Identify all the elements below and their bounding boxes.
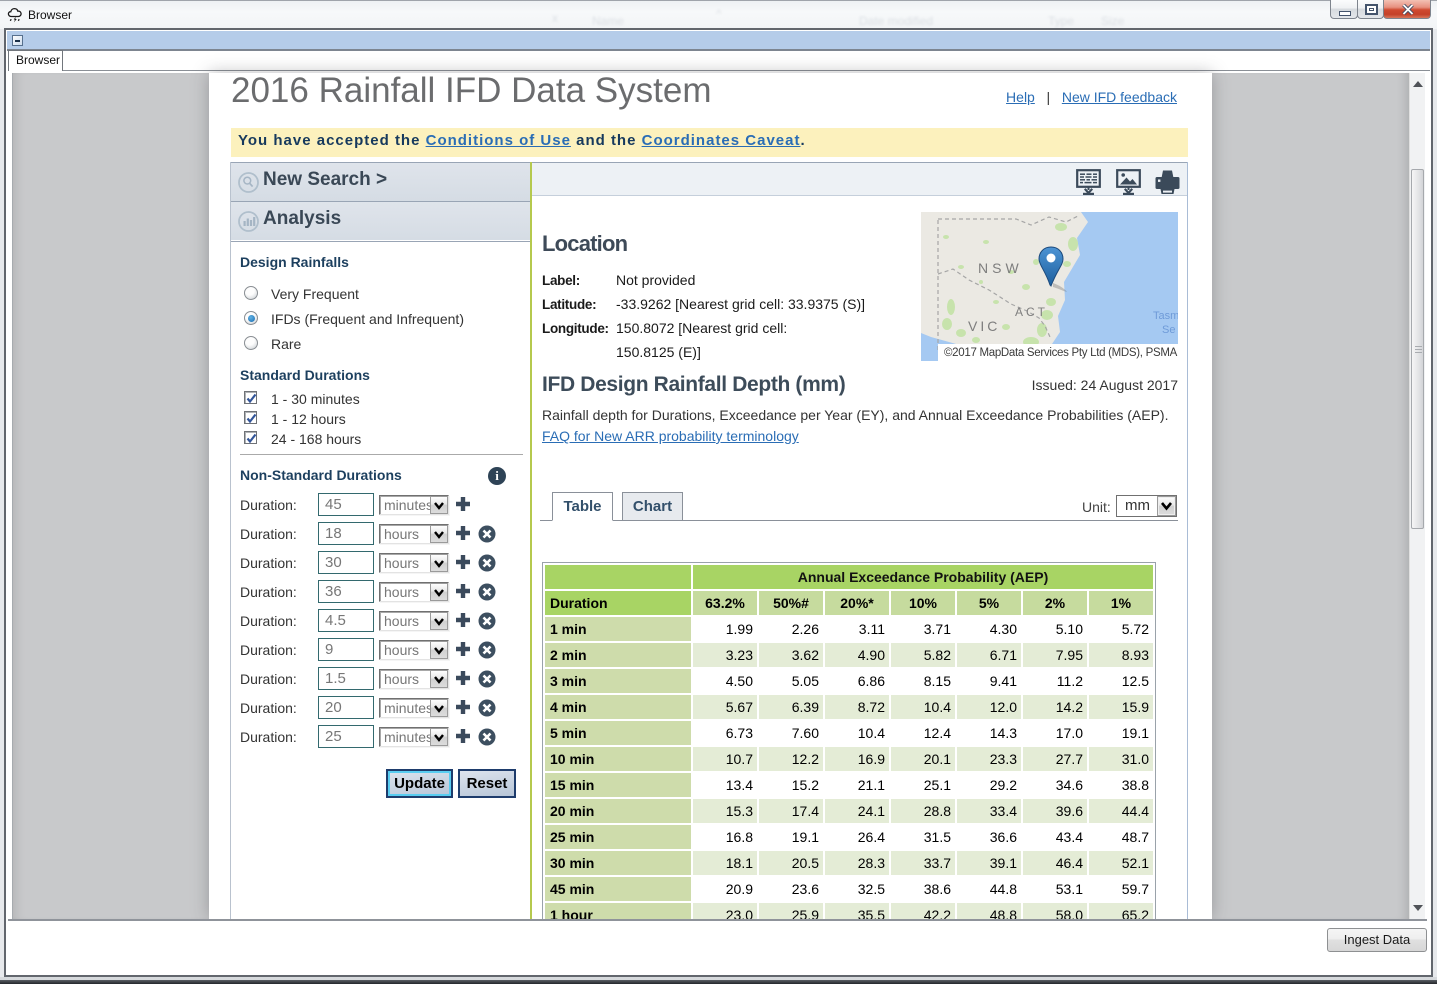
svg-text:ACT: ACT	[1015, 305, 1048, 319]
svg-text:©2017 MapData Services Pty Ltd: ©2017 MapData Services Pty Ltd (MDS), PS…	[944, 347, 1178, 359]
svg-text:Tasm: Tasm	[1153, 310, 1178, 322]
svg-text:Se: Se	[1162, 324, 1175, 336]
svg-text:VIC: VIC	[968, 318, 1000, 334]
svg-text:NSW: NSW	[978, 260, 1023, 276]
